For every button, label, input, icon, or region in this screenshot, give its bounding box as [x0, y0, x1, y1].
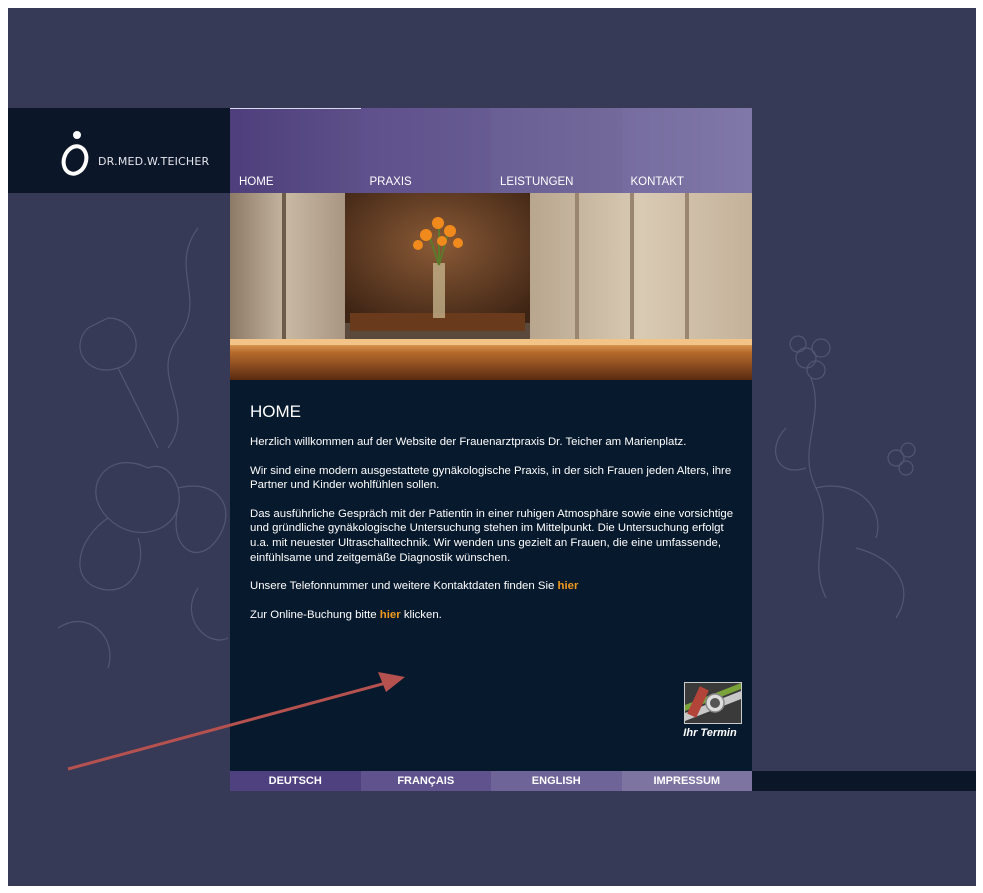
watch-icon — [684, 682, 742, 724]
appointment-button[interactable]: Ihr Termin — [680, 682, 742, 739]
booking-paragraph: Zur Online-Buchung bitte hier klicken. — [250, 608, 442, 621]
page-background: DR.MED.W.TEICHER HOME PRAXIS LEISTUNGEN … — [8, 8, 976, 886]
logo-icon — [61, 131, 89, 176]
lang-francais[interactable]: FRANÇAIS — [360, 771, 491, 791]
nav-tab-home[interactable]: HOME — [230, 108, 361, 193]
page-title: HOME — [250, 402, 301, 421]
nav-tab-leistungen[interactable]: LEISTUNGEN — [491, 108, 622, 193]
footer-navigation: DEUTSCH FRANÇAIS ENGLISH IMPRESSUM — [230, 771, 752, 791]
footer-bar-right — [752, 771, 976, 791]
hero-image-reception — [230, 193, 752, 380]
main-content: HOME Herzlich willkommen auf der Website… — [230, 380, 752, 771]
intro-paragraph: Herzlich willkommen auf der Website der … — [250, 436, 687, 448]
logo-bar: DR.MED.W.TEICHER — [8, 108, 230, 193]
examination-paragraph: Das ausführliche Gespräch mit der Patien… — [250, 507, 734, 564]
floral-decoration-right — [775, 335, 916, 619]
floral-decoration-left — [57, 227, 229, 669]
online-booking-link[interactable]: hier — [380, 609, 401, 621]
main-navigation: HOME PRAXIS LEISTUNGEN KONTAKT — [230, 108, 752, 193]
practice-paragraph: Wir sind eine modern ausgestattete gynäk… — [250, 464, 732, 492]
lang-english[interactable]: ENGLISH — [491, 771, 622, 791]
logo-text: DR.MED.W.TEICHER — [98, 155, 210, 168]
contact-paragraph: Unsere Telefonnummer und weitere Kontakt… — [250, 580, 579, 593]
contact-link[interactable]: hier — [558, 580, 579, 592]
lang-deutsch[interactable]: DEUTSCH — [230, 771, 361, 791]
nav-tab-praxis[interactable]: PRAXIS — [360, 108, 491, 193]
appointment-label: Ihr Termin — [683, 727, 737, 739]
impressum-link[interactable]: IMPRESSUM — [621, 771, 752, 791]
nav-tab-kontakt[interactable]: KONTAKT — [621, 108, 752, 193]
